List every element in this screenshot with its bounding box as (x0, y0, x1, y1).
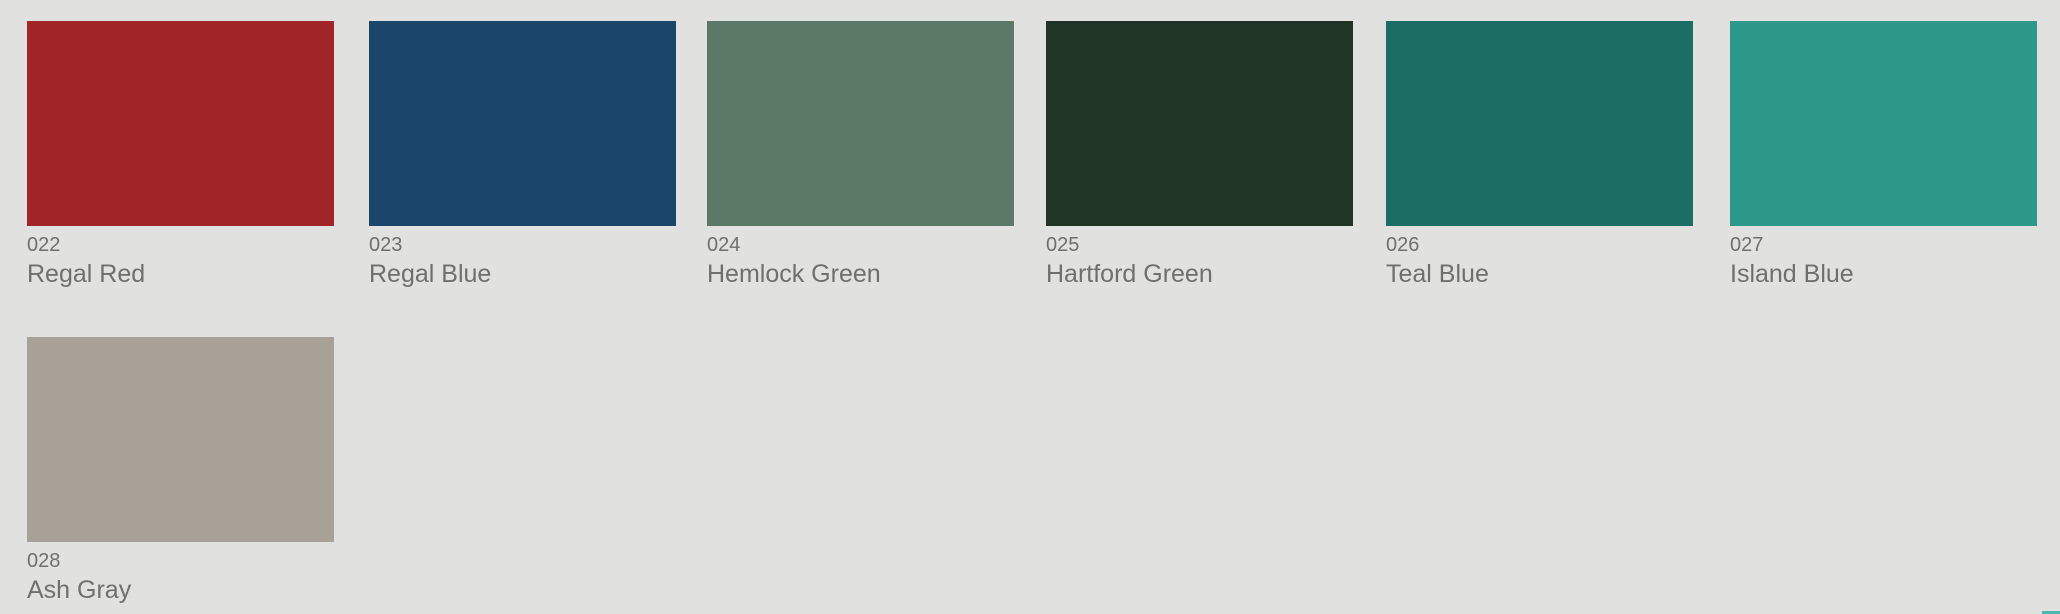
swatch-color[interactable] (707, 21, 1014, 226)
swatch-card-regal-red[interactable]: 022 Regal Red (27, 21, 334, 288)
swatch-code: 022 (27, 234, 61, 256)
swatch-code: 025 (1046, 234, 1080, 256)
swatch-code: 028 (27, 550, 61, 572)
swatch-name: Teal Blue (1386, 260, 1489, 288)
swatch-card-island-blue[interactable]: 027 Island Blue (1730, 21, 2037, 288)
swatch-card-hartford-green[interactable]: 025 Hartford Green (1046, 21, 1353, 288)
swatch-name: Regal Red (27, 260, 146, 288)
swatch-name: Hemlock Green (707, 260, 881, 288)
swatch-name: Island Blue (1730, 260, 1854, 288)
swatch-color[interactable] (369, 21, 676, 226)
swatch-code: 024 (707, 234, 741, 256)
swatch-color[interactable] (1386, 21, 1693, 226)
swatch-code: 023 (369, 234, 403, 256)
swatch-color[interactable] (1046, 21, 1353, 226)
swatch-code: 026 (1386, 234, 1420, 256)
swatch-card-teal-blue[interactable]: 026 Teal Blue (1386, 21, 1693, 288)
swatch-color[interactable] (27, 21, 334, 226)
swatch-card-regal-blue[interactable]: 023 Regal Blue (369, 21, 676, 288)
swatch-color[interactable] (1730, 21, 2037, 226)
swatch-card-ash-gray[interactable]: 028 Ash Gray (27, 337, 334, 604)
swatch-name: Ash Gray (27, 576, 132, 604)
swatch-color[interactable] (27, 337, 334, 542)
swatch-name: Hartford Green (1046, 260, 1213, 288)
swatch-name: Regal Blue (369, 260, 492, 288)
swatch-card-hemlock-green[interactable]: 024 Hemlock Green (707, 21, 1014, 288)
swatch-code: 027 (1730, 234, 1764, 256)
